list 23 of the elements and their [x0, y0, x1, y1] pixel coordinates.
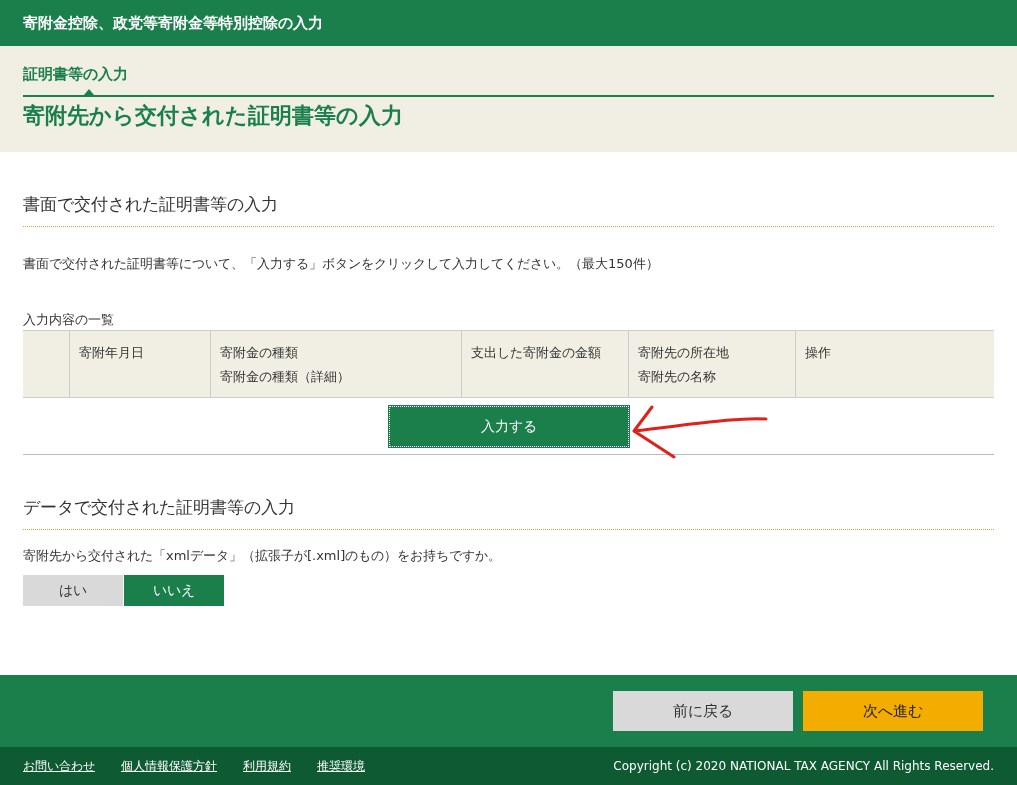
step-label: 証明書等の入力: [23, 64, 129, 85]
column-header: 寄附金の種類 寄附金の種類（詳細）: [210, 331, 461, 397]
question-text: 寄附先から交付された「xmlデータ」（拡張子が[.xml]のもの）をお持ちですか。: [23, 546, 503, 565]
footer-link[interactable]: 個人情報保護方針: [121, 757, 217, 775]
footer-link[interactable]: 利用規約: [243, 757, 291, 775]
section-heading: 書面で交付された証明書等の入力: [23, 194, 278, 214]
column-header: 支出した寄附金の金額: [461, 331, 628, 397]
footer-link[interactable]: 推奨環境: [317, 757, 365, 775]
footer-link[interactable]: お問い合わせ: [23, 757, 95, 775]
section-heading: データで交付された証明書等の入力: [23, 497, 295, 517]
input-button[interactable]: 入力する: [388, 406, 629, 447]
column-header: 寄附年月日: [69, 331, 210, 397]
column-header: 寄附先の所在地 寄附先の名称: [628, 331, 795, 397]
column-header: 操作: [795, 331, 994, 397]
back-button[interactable]: 前に戻る: [613, 691, 793, 731]
copyright-text: Copyright (c) 2020 NATIONAL TAX AGENCY All Rights Reserved.: [613, 758, 994, 775]
table-caption: 入力内容の一覧: [23, 311, 115, 329]
header-title: 寄附金控除、政党等寄附金等特別控除の入力: [23, 12, 323, 34]
choice-button[interactable]: いいえ: [124, 575, 224, 606]
instruction-text: 書面で交付された証明書等について、「入力する」ボタンをクリックして入力してください。（最大150件）: [23, 254, 660, 273]
next-button[interactable]: 次へ進む: [803, 691, 983, 731]
page-title: 寄附先から交付された証明書等の入力: [23, 102, 404, 130]
choice-button[interactable]: はい: [23, 575, 123, 606]
